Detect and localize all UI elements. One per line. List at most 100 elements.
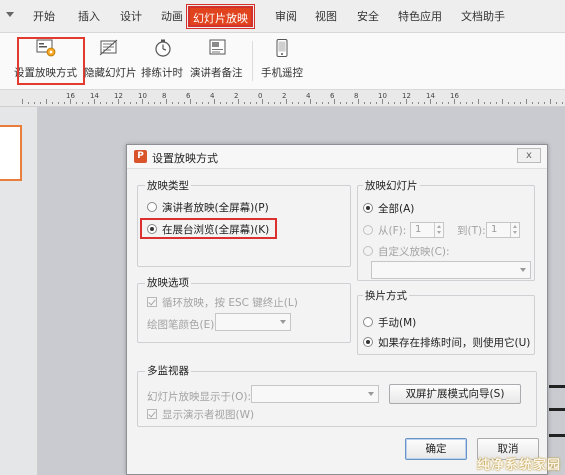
phone-remote-button[interactable]: 手机遥控 [258,35,304,85]
menu-item-start[interactable]: 开始 [33,9,55,25]
ruler-tick [22,99,23,104]
background-mark [549,408,565,411]
multi-monitor-title: 多监视器 [145,363,191,378]
menu-item-slideshow[interactable]: 幻灯片放映 [186,4,255,29]
phone-remote-icon [276,39,288,57]
ribbon-toolbar: 设置放映方式 隐藏幻灯片 排练计时 演讲者备注 手机遥控 [0,33,565,90]
ruler-tick [292,102,293,104]
menu-item-review[interactable]: 审阅 [275,9,297,25]
menu-item-security[interactable]: 安全 [357,9,379,25]
ruler-tick [472,102,473,104]
ruler-tick [526,99,527,104]
ruler-tick [412,102,413,104]
from-label: 从(F): [378,225,407,237]
manual-advance-radio[interactable] [363,317,373,327]
ruler-tick [28,102,29,104]
ruler-tick [274,102,275,104]
ok-button[interactable]: 确定 [405,438,467,460]
ruler-tick [484,102,485,104]
ruler-tick [94,99,95,104]
from-slide-value: 1 [415,224,422,235]
ruler-tick [394,102,395,104]
all-slides-radio[interactable] [363,203,373,213]
ruler-tick [202,102,203,104]
custom-show-radio[interactable] [363,246,373,256]
show-slides-title: 放映幻灯片 [363,178,420,193]
ruler-tick [418,102,419,104]
custom-show-label: 自定义放映(C): [378,246,450,258]
speaker-notes-icon [209,39,226,55]
speaker-notes-label: 演讲者备注 [190,67,243,79]
ruler-tick [406,99,407,104]
spinner-arrows-icon[interactable] [510,223,519,237]
custom-show-select[interactable] [371,261,531,279]
background-mark [549,385,565,388]
dialog-title-bar[interactable]: P 设置放映方式 x [127,145,547,169]
dialog-close-button[interactable]: x [517,148,541,163]
menu-item-design[interactable]: 设计 [120,9,142,25]
dual-screen-wizard-button[interactable]: 双屏扩展模式向导(S) [389,384,521,404]
ruler-tick [532,102,533,104]
presenter-view-label: 显示演示者视图(W) [162,409,255,421]
menu-item-view[interactable]: 视图 [315,9,337,25]
ruler-tick [196,102,197,104]
menu-dropdown-icon[interactable] [6,12,14,17]
ruler-tick [334,99,335,104]
ruler-tick [346,102,347,104]
ruler-tick [46,99,47,104]
dialog-title: 设置放映方式 [152,152,218,165]
use-timings-radio[interactable] [363,337,373,347]
ruler-tick [70,99,71,104]
ruler-tick [244,102,245,104]
ruler-tick [502,99,503,104]
wps-presentation-icon: P [134,150,147,163]
ruler-tick [40,102,41,104]
ruler-tick [520,102,521,104]
menu-item-features[interactable]: 特色应用 [398,9,442,25]
ruler-tick [352,102,353,104]
from-slide-stepper[interactable]: 1 [410,222,444,238]
ruler-tick [454,99,455,104]
chevron-down-icon [368,392,374,396]
menu-item-insert[interactable]: 插入 [78,9,100,25]
speaker-notes-button[interactable]: 演讲者备注 [190,35,246,85]
rehearse-timing-button[interactable]: 排练计时 [140,35,186,85]
to-slide-value: 1 [491,224,498,235]
ruler-tick [508,102,509,104]
ruler-tick [58,102,59,104]
menu-item-animation[interactable]: 动画 [161,9,183,25]
pen-color-select[interactable] [215,313,291,331]
ruler-tick [208,102,209,104]
spinner-arrows-icon[interactable] [434,223,443,237]
ruler-tick [496,102,497,104]
range-slides-radio[interactable] [363,225,373,235]
chevron-down-icon [520,268,526,272]
display-on-select[interactable] [251,385,379,403]
slide-thumbnail[interactable] [0,125,22,181]
to-slide-stepper[interactable]: 1 [486,222,520,238]
presenter-mode-radio[interactable] [147,202,157,212]
ruler-tick [286,99,287,104]
presenter-view-checkbox[interactable] [147,409,157,419]
rehearse-timing-label: 排练计时 [141,67,183,79]
show-type-title: 放映类型 [145,178,191,193]
ruler-tick [172,102,173,104]
ruler-tick [130,102,131,104]
horizontal-ruler: 16 14 12 10 8 6 4 2 0 2 4 6 8 10 12 14 16 [0,90,565,107]
ruler-tick [148,102,149,104]
ruler-tick [556,102,557,104]
ruler-tick [322,102,323,104]
display-on-label: 幻灯片放映显示于(O): [147,391,251,403]
loop-label: 循环放映，按 ESC 键终止(L) [162,297,298,309]
setup-show-dialog: P 设置放映方式 x 放映类型 演讲者放映(全屏幕)(P) 在展台浏览(全屏幕)… [126,144,548,475]
ruler-tick [166,99,167,104]
hide-slide-button[interactable]: 隐藏幻灯片 [84,35,137,85]
menu-item-doc-assistant[interactable]: 文档助手 [461,9,505,25]
ruler-tick [514,102,515,104]
loop-checkbox[interactable] [147,297,157,307]
hide-slide-label: 隐藏幻灯片 [84,67,137,79]
ruler-tick [142,99,143,104]
ruler-tick [160,102,161,104]
ruler-tick [544,102,545,104]
ruler-tick [370,102,371,104]
